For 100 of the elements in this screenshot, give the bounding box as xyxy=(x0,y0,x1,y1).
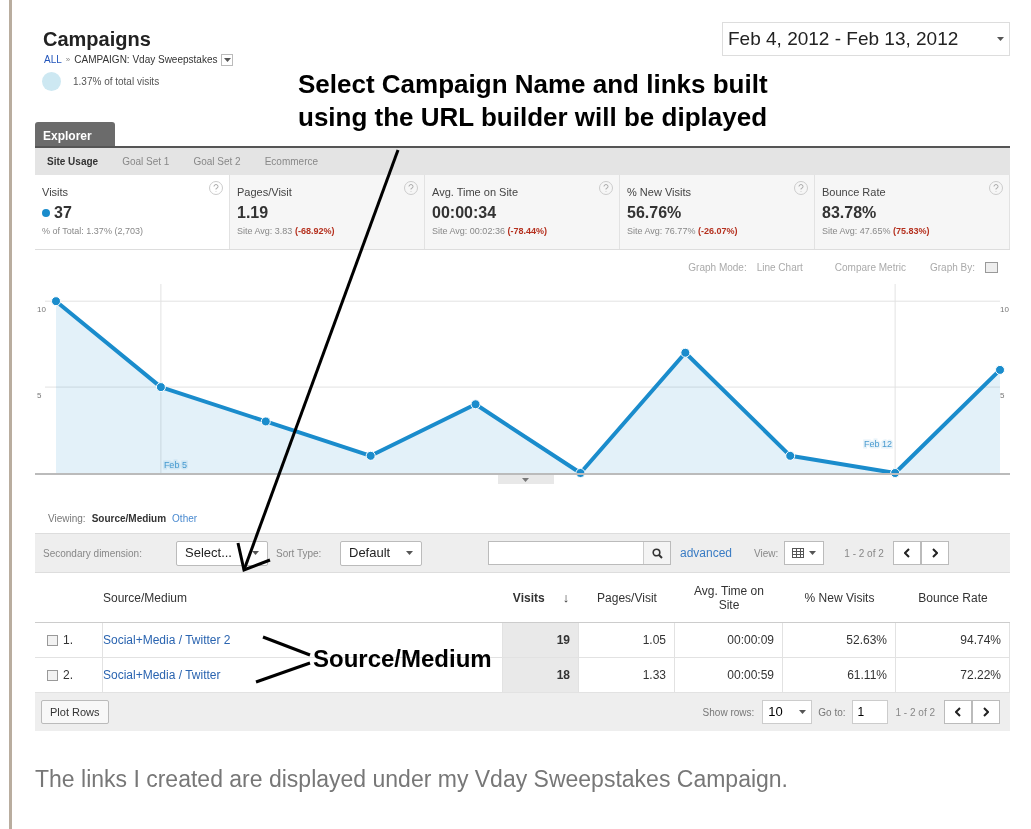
data-point xyxy=(51,296,61,307)
breadcrumb-separator: » xyxy=(65,53,71,66)
tick-label: 10 xyxy=(1000,305,1009,315)
breadcrumb-link[interactable]: ALL xyxy=(44,52,62,67)
metric-card[interactable]: % New Visits 56.76% Site Avg: 76.77% (-26.07%) xyxy=(620,175,815,249)
next-page-button[interactable] xyxy=(972,700,1000,724)
metric-card[interactable]: Avg. Time on Site 00:00:34 Site Avg: 00:02:36 (-78.44%) xyxy=(425,175,620,249)
explorer-tab[interactable]: Explorer xyxy=(35,122,115,146)
left-chevron-icon xyxy=(903,548,910,558)
metric-value: 83.78% xyxy=(822,202,877,223)
data-point xyxy=(680,347,691,358)
advanced-link[interactable]: advanced xyxy=(680,544,733,562)
column-header[interactable]: Avg. Time on Site xyxy=(684,583,774,612)
rows-per-page-dropdown[interactable]: 10 xyxy=(762,700,813,724)
pagination-range: 1 - 2 of 2 xyxy=(895,705,935,720)
previous-page-button[interactable] xyxy=(944,700,972,724)
footer-label: Go to: xyxy=(818,705,846,720)
dropdown-button[interactable] xyxy=(221,53,234,66)
table-cell: 18 xyxy=(503,658,579,692)
metric-note: % of Total: 1.37% (2,703) xyxy=(42,224,144,238)
table-cell: 94.74% xyxy=(896,623,1010,657)
search-field[interactable] xyxy=(488,541,671,565)
caption-text: The links I created are displayed under my Vday Sweepstakes Campaign. xyxy=(35,765,788,794)
metric-label: % New Visits xyxy=(627,185,691,200)
caret-icon xyxy=(799,710,807,714)
row-number: 1. xyxy=(63,632,73,649)
row-checkbox[interactable] xyxy=(47,669,58,681)
table-cell: 61.11% xyxy=(783,658,896,692)
table-cell: 1.05 xyxy=(579,623,675,657)
subtab[interactable]: Site Usage xyxy=(47,154,99,169)
breadcrumb-link[interactable]: CAMPAIGN: Vday Sweepstakes xyxy=(74,52,218,67)
metric-note: Site Avg: 3.83 (-68.92%) xyxy=(237,224,336,238)
tick-label: 5 xyxy=(1000,391,1005,401)
table-cell: 1.33 xyxy=(579,658,675,692)
dimension-tab[interactable]: Source/Medium xyxy=(91,511,167,526)
caret-icon xyxy=(997,37,1004,41)
data-point xyxy=(470,399,481,410)
data-point xyxy=(365,450,376,461)
pie-icon xyxy=(42,72,61,91)
source-link[interactable]: Social+Media / Twitter 2 xyxy=(103,631,231,649)
data-point xyxy=(995,364,1005,375)
metric-note: Site Avg: 00:02:36 (-78.44%) xyxy=(432,224,548,238)
toolbar-label: Sort Type: xyxy=(275,546,323,561)
callout-lines xyxy=(255,635,311,684)
table-cell: 00:00:09 xyxy=(675,623,783,657)
metric-value: 56.76% xyxy=(627,202,682,223)
annotation-text: Select Campaign Name and links built using the URL builder will be diplayed xyxy=(298,68,769,134)
metric-label: Avg. Time on Site xyxy=(432,185,518,200)
row-checkbox[interactable] xyxy=(47,634,58,646)
right-chevron-icon xyxy=(983,707,989,717)
caret-icon xyxy=(223,57,231,62)
metric-value: 00:00:34 xyxy=(432,202,497,223)
column-header[interactable]: Pages/Visit xyxy=(597,590,657,605)
tick-label: Feb 12 xyxy=(864,439,893,449)
footer-label: Show rows: xyxy=(702,705,755,720)
metric-card[interactable]: Pages/Visit 1.19 Site Avg: 3.83 (-68.92%) xyxy=(230,175,425,249)
table-cell: 72.22% xyxy=(896,658,1010,692)
sort-type-dropdown[interactable]: Default xyxy=(340,540,422,566)
column-header[interactable]: Source/Medium xyxy=(103,590,188,605)
toolbar-label: Secondary dimension: xyxy=(43,546,143,561)
collapse-handle[interactable] xyxy=(498,475,554,484)
previous-page-button[interactable] xyxy=(892,541,921,565)
table-cell: 19 xyxy=(503,623,579,657)
tick-label: 5 xyxy=(37,391,42,401)
tick-label: 10 xyxy=(37,305,46,315)
go-to-field[interactable]: 1 xyxy=(851,700,888,724)
right-chevron-icon xyxy=(931,548,938,558)
column-header[interactable]: Bounce Rate xyxy=(918,590,988,605)
data-point xyxy=(575,468,586,478)
annotation-text: Source/Medium xyxy=(313,645,492,673)
column-header[interactable]: Visits xyxy=(512,590,545,605)
caret-icon xyxy=(252,551,259,555)
tick-label: Feb 5 xyxy=(163,460,187,470)
metric-label: Pages/Visit xyxy=(237,185,292,200)
left-chevron-icon xyxy=(955,707,961,717)
metric-label: Visits xyxy=(42,185,69,200)
data-point xyxy=(260,416,271,427)
search-icon[interactable] xyxy=(651,547,663,559)
metric-card[interactable]: Bounce Rate 83.78% Site Avg: 47.65% (75.83%) xyxy=(815,175,1010,249)
view-dropdown[interactable] xyxy=(784,541,825,565)
row-number: 2. xyxy=(63,667,73,684)
pagination-range: 1 - 2 of 2 xyxy=(844,546,884,561)
grid-icon xyxy=(792,548,805,558)
page-title: Campaigns xyxy=(43,27,151,52)
flag-icon[interactable] xyxy=(985,261,998,273)
dimension-tab[interactable]: Other xyxy=(172,511,198,526)
table-cell: 00:00:59 xyxy=(675,658,783,692)
data-point xyxy=(890,468,901,478)
viewing-label: Viewing: xyxy=(48,512,86,526)
plot-rows-button[interactable]: Plot Rows xyxy=(41,700,109,724)
data-point xyxy=(785,450,796,461)
metric-note: Site Avg: 47.65% (75.83%) xyxy=(822,224,931,238)
next-page-button[interactable] xyxy=(920,541,949,565)
source-link[interactable]: Social+Media / Twitter xyxy=(103,666,221,684)
secondary-dimension-dropdown[interactable]: Select... xyxy=(176,540,268,566)
sort-arrow[interactable]: ↓ xyxy=(562,587,570,608)
metric-note: Site Avg: 76.77% (-26.07%) xyxy=(627,224,739,238)
date-range-picker[interactable]: Feb 4, 2012 - Feb 13, 2012 xyxy=(722,22,1010,56)
metric-value: 1.19 xyxy=(237,202,269,223)
column-header[interactable]: % New Visits xyxy=(804,590,875,605)
